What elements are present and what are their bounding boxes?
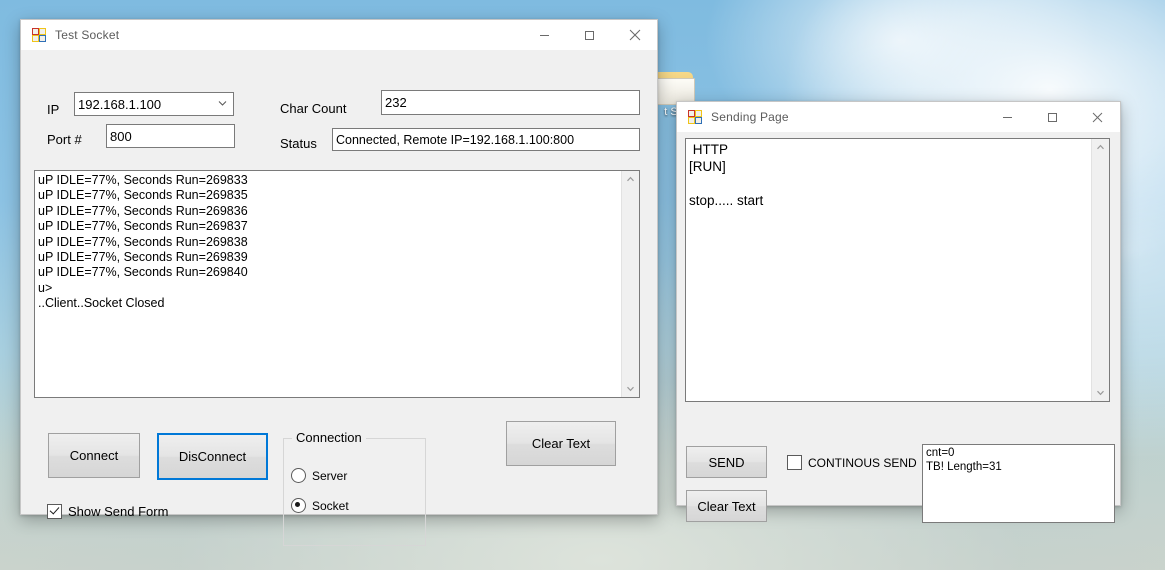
char-count-input[interactable]: 232 — [381, 90, 640, 115]
close-button[interactable] — [612, 20, 657, 50]
winforms-app-icon — [31, 27, 47, 43]
test-socket-window[interactable]: Test Socket IP 192.168.1.100 — [20, 19, 658, 515]
chevron-down-icon[interactable] — [217, 97, 228, 112]
maximize-button[interactable] — [1030, 102, 1075, 132]
ip-value: 192.168.1.100 — [78, 97, 161, 112]
send-status-log-text: cnt=0 TB! Length=31 — [923, 445, 1114, 522]
receive-log-text: uP IDLE=77%, Seconds Run=269833 uP IDLE=… — [35, 171, 621, 397]
desktop: t So Sending Page — [0, 0, 1165, 570]
connection-groupbox-title: Connection — [292, 430, 366, 445]
clear-text-button[interactable]: Clear Text — [506, 421, 616, 466]
test-socket-title: Test Socket — [55, 28, 119, 42]
port-input[interactable]: 800 — [106, 124, 235, 148]
disconnect-button[interactable]: DisConnect — [157, 433, 268, 480]
close-button[interactable] — [1075, 102, 1120, 132]
sending-page-title: Sending Page — [711, 110, 789, 124]
continuous-send-label: CONTINOUS SEND — [808, 456, 917, 470]
folder-icon — [653, 70, 695, 104]
test-socket-window-controls — [522, 20, 657, 50]
connect-button[interactable]: Connect — [48, 433, 140, 478]
port-label: Port # — [47, 132, 82, 147]
show-send-form-checkbox[interactable]: Show Send Form — [47, 504, 168, 519]
receive-log-scrollbar[interactable] — [621, 171, 639, 397]
test-socket-titlebar[interactable]: Test Socket — [21, 20, 657, 50]
send-clear-text-button[interactable]: Clear Text — [686, 490, 767, 522]
radio-mark — [291, 468, 306, 483]
minimize-button[interactable] — [522, 20, 567, 50]
radio-socket-label: Socket — [312, 499, 349, 513]
status-label: Status — [280, 136, 317, 151]
send-message-scrollbar[interactable] — [1091, 139, 1109, 401]
ip-label: IP — [47, 102, 59, 117]
receive-log-textarea[interactable]: uP IDLE=77%, Seconds Run=269833 uP IDLE=… — [34, 170, 640, 398]
checkbox-mark — [47, 504, 62, 519]
char-count-label: Char Count — [280, 101, 346, 116]
radio-server-label: Server — [312, 469, 347, 483]
minimize-button[interactable] — [985, 102, 1030, 132]
scroll-up-icon[interactable] — [1092, 139, 1109, 156]
send-message-text: HTTP [RUN] stop..... start — [686, 139, 1091, 401]
radio-mark — [291, 498, 306, 513]
sending-page-window[interactable]: Sending Page HTTP [RUN] stop..... start — [676, 101, 1121, 506]
radio-server[interactable]: Server — [291, 468, 347, 483]
send-button[interactable]: SEND — [686, 446, 767, 478]
continuous-send-checkbox[interactable]: CONTINOUS SEND — [787, 455, 917, 470]
radio-socket[interactable]: Socket — [291, 498, 349, 513]
sending-page-titlebar[interactable]: Sending Page — [677, 102, 1120, 132]
send-message-textarea[interactable]: HTTP [RUN] stop..... start — [685, 138, 1110, 402]
sending-page-client-area: HTTP [RUN] stop..... start SEND CONTINOU… — [677, 132, 1120, 504]
send-status-log[interactable]: cnt=0 TB! Length=31 — [922, 444, 1115, 523]
ip-combobox[interactable]: 192.168.1.100 — [74, 92, 234, 116]
scroll-down-icon[interactable] — [622, 380, 639, 397]
status-input[interactable]: Connected, Remote IP=192.168.1.100:800 — [332, 128, 640, 151]
winforms-app-icon — [687, 109, 703, 125]
test-socket-client-area: IP 192.168.1.100 Port # 800 Char Count 2… — [21, 50, 657, 513]
scroll-up-icon[interactable] — [622, 171, 639, 188]
show-send-form-label: Show Send Form — [68, 504, 168, 519]
maximize-button[interactable] — [567, 20, 612, 50]
sending-page-window-controls — [985, 102, 1120, 132]
checkbox-mark — [787, 455, 802, 470]
connection-groupbox: Connection — [283, 438, 426, 546]
scroll-down-icon[interactable] — [1092, 384, 1109, 401]
